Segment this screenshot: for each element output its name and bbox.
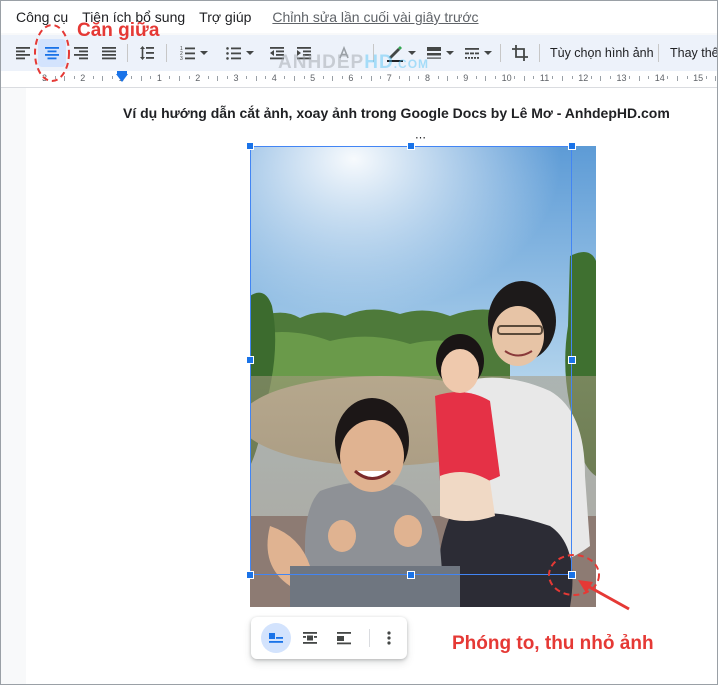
annotation-overlay (34, 24, 630, 611)
google-docs-window: Công cụ Tiện ích bổ sung Trợ giúp Chỉnh … (0, 0, 718, 685)
annotation-arrow-line (583, 582, 630, 611)
center-highlight-circle (34, 24, 70, 82)
annotation-center-label: Căn giữa (77, 20, 160, 41)
annotation-resize-label: Phóng to, thu nhỏ ảnh (452, 633, 654, 654)
